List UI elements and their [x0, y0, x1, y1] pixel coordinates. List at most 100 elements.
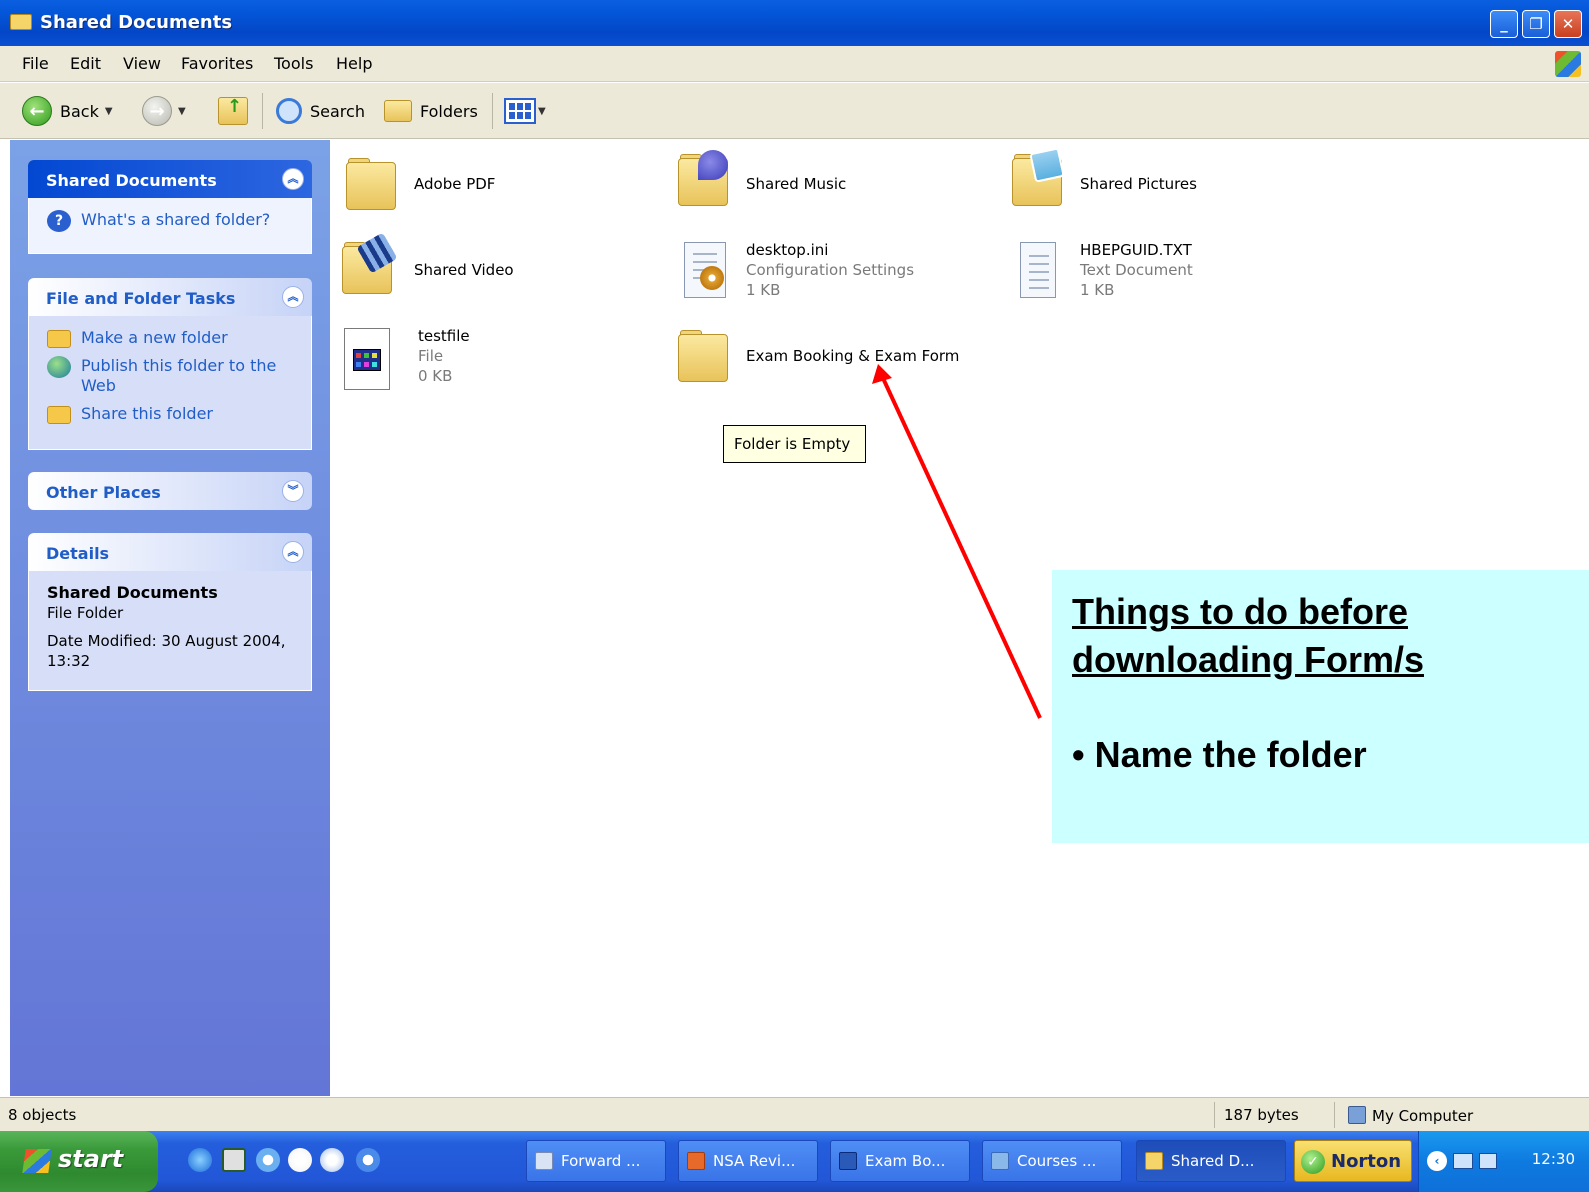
task-label: Publish this folder to the Web [81, 356, 277, 395]
item-name: desktop.ini [746, 241, 829, 259]
email-icon [535, 1152, 553, 1170]
help-link-label: What's a shared folder? [81, 210, 271, 229]
network-icon[interactable] [1453, 1153, 1473, 1169]
taskbar-button-label: Exam Bo... [865, 1152, 946, 1170]
task-label: Make a new folder [81, 328, 228, 347]
taskbar-button-exam[interactable]: Exam Bo... [830, 1140, 970, 1182]
quicklaunch-icon[interactable] [222, 1148, 246, 1172]
folder-shared-music[interactable]: Shared Music [674, 150, 846, 212]
item-name: HBEPGUID.TXT [1080, 241, 1192, 259]
media-player-icon[interactable] [356, 1148, 380, 1172]
close-button[interactable]: ✕ [1554, 10, 1582, 38]
back-arrow-icon: ← [22, 96, 52, 126]
help-icon: ? [47, 210, 71, 232]
speaker-icon[interactable] [1479, 1153, 1497, 1169]
views-button[interactable]: ▼ [504, 93, 546, 129]
menu-bar: File Edit View Favorites Tools Help [0, 46, 1589, 82]
norton-label: Norton [1331, 1151, 1402, 1172]
folder-shared-pictures[interactable]: Shared Pictures [1008, 147, 1197, 212]
folder-adobe-pdf[interactable]: Adobe PDF [342, 154, 495, 216]
status-bar: 8 objects 187 bytes My Computer [0, 1097, 1589, 1131]
tray-expand-icon[interactable]: ‹ [1427, 1151, 1447, 1171]
panel-body: ? What's a shared folder? [28, 198, 312, 254]
forward-button[interactable]: → ▼ [142, 93, 186, 129]
collapse-icon[interactable]: ︽ [282, 286, 304, 308]
panel-header[interactable]: Shared Documents ︽ [28, 160, 312, 198]
chevron-down-icon[interactable]: ▼ [178, 106, 186, 117]
collapse-icon[interactable]: ︽ [282, 168, 304, 190]
item-type: File [418, 347, 444, 365]
config-file-icon [674, 240, 736, 302]
menu-tools[interactable]: Tools [274, 54, 313, 73]
taskbar-button-shared-documents[interactable]: Shared D... [1136, 1140, 1286, 1182]
task-pane: Shared Documents ︽ ? What's a shared fol… [10, 140, 330, 1096]
details-type: File Folder [47, 604, 124, 622]
task-make-new-folder[interactable]: Make a new folder [47, 328, 299, 348]
search-icon[interactable] [256, 1148, 280, 1172]
search-icon [276, 98, 302, 124]
item-name: Exam Booking & Exam Form [746, 347, 960, 365]
folder-exam-booking[interactable]: Exam Booking & Exam Form [674, 326, 959, 388]
up-button[interactable]: ↑ [218, 93, 248, 129]
collapse-icon[interactable]: ︽ [282, 541, 304, 563]
panel-details: Details ︽ Shared Documents File Folder D… [28, 533, 312, 691]
item-size: 1 KB [746, 281, 781, 299]
menu-help[interactable]: Help [336, 54, 372, 73]
menu-edit[interactable]: Edit [70, 54, 101, 73]
task-publish-to-web[interactable]: Publish this folder to the Web [47, 356, 299, 396]
search-button[interactable]: Search [276, 93, 365, 129]
folders-button[interactable]: Folders [384, 93, 478, 129]
minimize-button[interactable]: _ [1490, 10, 1518, 38]
panel-title: Shared Documents [46, 171, 217, 190]
norton-button[interactable]: ✓ Norton [1294, 1140, 1412, 1182]
file-testfile[interactable]: testfile File 0 KB [330, 326, 470, 390]
messenger-icon[interactable] [288, 1148, 312, 1172]
menu-file[interactable]: File [22, 54, 49, 73]
title-bar[interactable]: Shared Documents _ ❐ ✕ [0, 0, 1589, 46]
panel-header[interactable]: Other Places ︾ [28, 472, 312, 510]
checkmark-icon: ✓ [1301, 1150, 1325, 1174]
panel-header[interactable]: Details ︽ [28, 533, 312, 571]
internet-explorer-icon[interactable] [188, 1148, 212, 1172]
details-modified: Date Modified: 30 August 2004, 13:32 [47, 632, 286, 670]
status-zone: My Computer [1348, 1106, 1473, 1125]
taskbar-button-nsa[interactable]: NSA Revi... [678, 1140, 818, 1182]
panel-body: Make a new folder Publish this folder to… [28, 316, 312, 450]
item-type: Configuration Settings [746, 261, 915, 279]
my-computer-icon [1348, 1106, 1366, 1124]
item-size: 1 KB [1080, 281, 1115, 299]
file-desktop-ini[interactable]: desktop.ini Configuration Settings 1 KB [674, 240, 914, 302]
toolbar: ← Back ▼ → ▼ ↑ Search Folders ▼ [0, 83, 1589, 139]
toolbar-separator [492, 93, 493, 129]
expand-icon[interactable]: ︾ [282, 480, 304, 502]
annotation-callout: Things to do before downloading Form/s •… [1052, 570, 1589, 843]
item-name: testfile [418, 327, 470, 345]
task-share-folder[interactable]: Share this folder [47, 404, 299, 424]
taskbar-button-forward[interactable]: Forward ... [526, 1140, 666, 1182]
item-name: Shared Video [414, 261, 514, 279]
video-folder-icon [338, 232, 400, 300]
taskbar-button-label: Courses ... [1017, 1152, 1097, 1170]
globe-icon [47, 356, 71, 378]
taskbar-button-courses[interactable]: Courses ... [982, 1140, 1122, 1182]
forward-arrow-icon: → [142, 96, 172, 126]
restore-button[interactable]: ❐ [1522, 10, 1550, 38]
menu-favorites[interactable]: Favorites [181, 54, 253, 73]
folders-label: Folders [420, 101, 478, 121]
panel-file-folder-tasks: File and Folder Tasks ︽ Make a new folde… [28, 278, 312, 450]
share-folder-icon [47, 406, 71, 424]
media-icon[interactable] [320, 1148, 344, 1172]
start-button[interactable]: start [0, 1131, 158, 1192]
folder-shared-video[interactable]: Shared Video [338, 232, 514, 300]
menu-view[interactable]: View [123, 54, 161, 73]
back-button[interactable]: ← Back ▼ [22, 93, 113, 129]
help-link[interactable]: ? What's a shared folder? [47, 210, 299, 232]
back-label: Back [60, 101, 99, 121]
callout-bullet: • Name the folder [1072, 734, 1367, 775]
panel-header[interactable]: File and Folder Tasks ︽ [28, 278, 312, 316]
windows-logo-icon [1555, 51, 1581, 77]
file-hbepguid-txt[interactable]: HBEPGUID.TXT Text Document 1 KB [1008, 240, 1193, 302]
chevron-down-icon[interactable]: ▼ [538, 106, 546, 117]
item-type: Text Document [1080, 261, 1193, 279]
chevron-down-icon[interactable]: ▼ [105, 106, 113, 117]
